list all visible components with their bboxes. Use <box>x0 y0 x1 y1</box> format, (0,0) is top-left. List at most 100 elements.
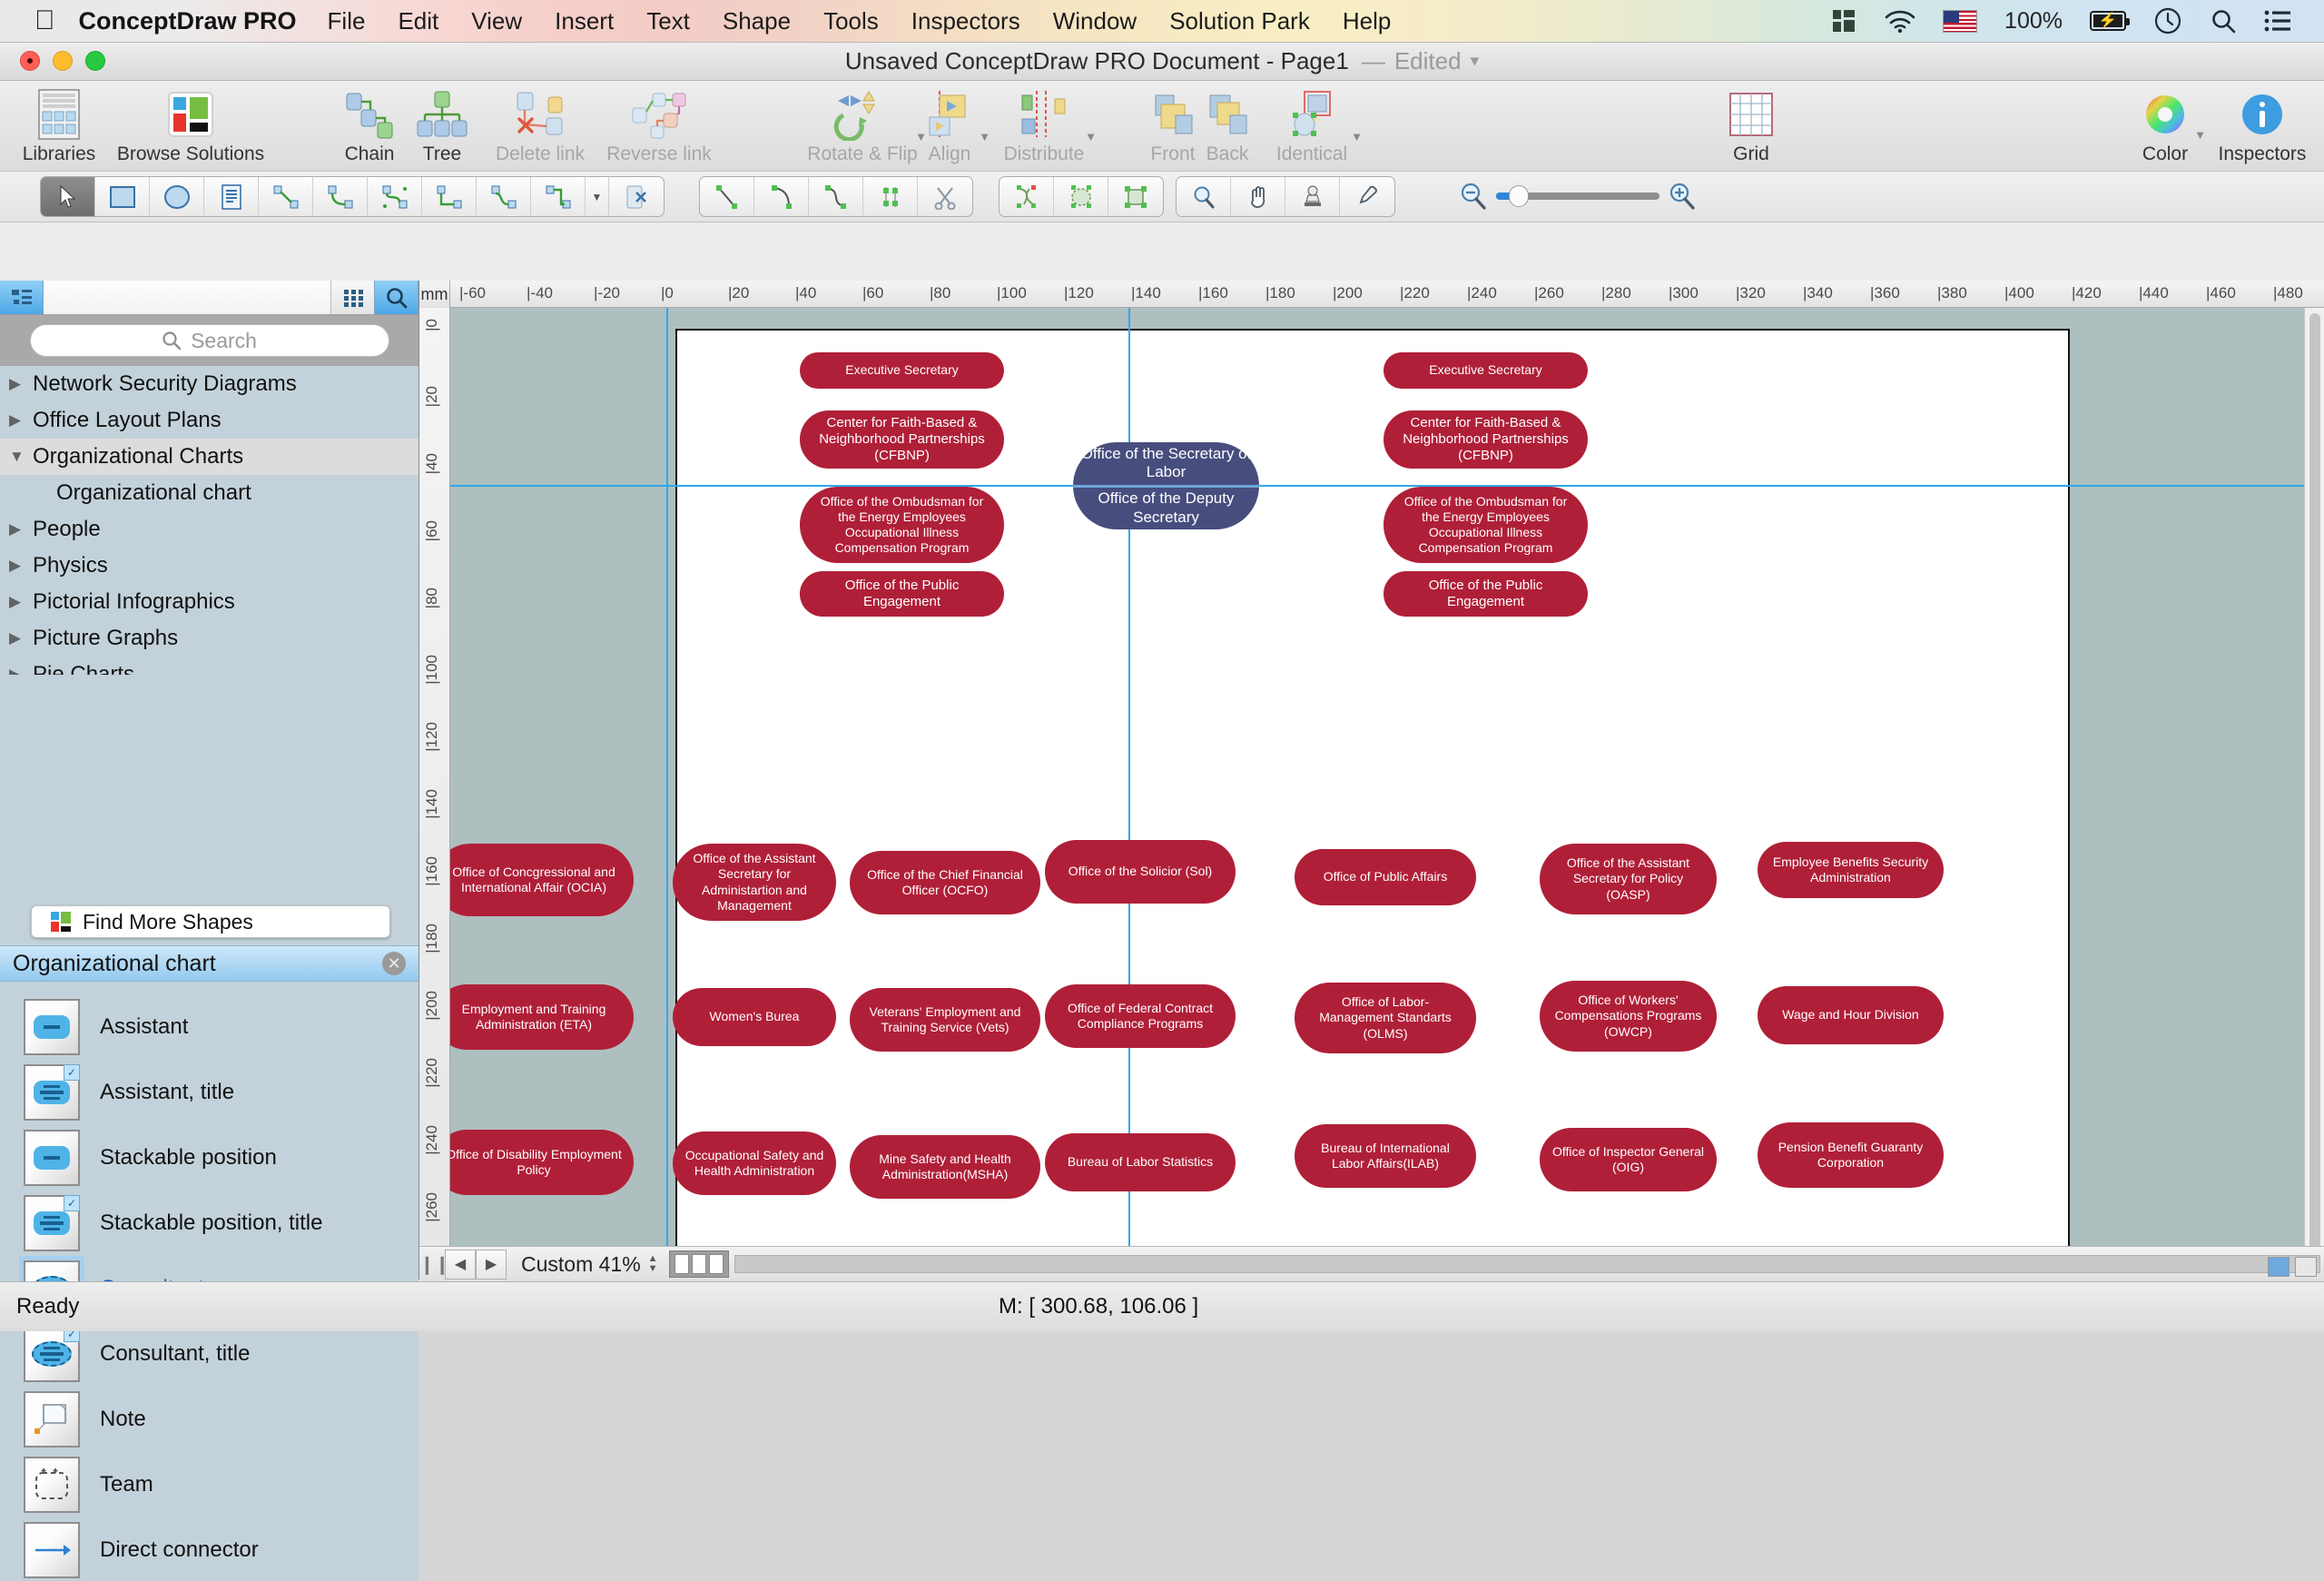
org-node[interactable]: Office of the Solicior (Sol) <box>1045 840 1236 904</box>
shape-item-assistant[interactable]: Assistant <box>0 994 419 1060</box>
identical-button[interactable]: Identical ▼ <box>1257 86 1366 165</box>
tree-item-people[interactable]: ▶ People <box>0 511 419 548</box>
org-node[interactable]: Occupational Safety and Health Administr… <box>673 1131 836 1195</box>
union-tool[interactable] <box>1000 177 1054 216</box>
page-layout-icon[interactable] <box>668 1250 729 1278</box>
org-node[interactable]: Employee Benefits Security Administratio… <box>1758 842 1944 898</box>
distribute-button[interactable]: Distribute ▼ <box>980 86 1108 165</box>
us-flag-icon[interactable] <box>1943 9 1978 33</box>
tree-item-pie-charts[interactable]: ▶ Pie Charts <box>0 657 419 675</box>
shape-item-assistant-title[interactable]: ✓ Assistant, title <box>0 1060 419 1125</box>
connector-dropdown-arrow[interactable]: ▼ <box>586 177 609 216</box>
smart-connector-tool[interactable] <box>531 177 586 216</box>
chevron-right-icon[interactable]: ▶ <box>9 666 33 675</box>
split-view-icon[interactable] <box>2295 1257 2317 1277</box>
distribute-dropdown-arrow[interactable]: ▼ <box>1085 130 1097 143</box>
org-node[interactable]: Office of the Public Engagement <box>1384 571 1588 617</box>
menu-tools[interactable]: Tools <box>823 7 879 35</box>
close-button[interactable] <box>20 51 40 71</box>
line-connector-tool[interactable] <box>259 177 313 216</box>
zoom-slider-track[interactable] <box>1496 185 1659 207</box>
bezier-tool[interactable] <box>809 177 863 216</box>
menu-solution-park[interactable]: Solution Park <box>1169 7 1310 35</box>
right-angle-connector-tool[interactable] <box>422 177 477 216</box>
org-node[interactable]: Veterans' Employment and Training Servic… <box>850 988 1040 1052</box>
org-node[interactable]: Office of Workers' Compensations Program… <box>1540 981 1717 1052</box>
menu-text[interactable]: Text <box>646 7 690 35</box>
horizontal-ruler[interactable]: |-60 |-40 |-20 |0 |20 |40 |60 |80 |100 |120 |140 |1… <box>419 281 2324 308</box>
menu-help[interactable]: Help <box>1343 7 1391 35</box>
shape-item-stackable-position-title[interactable]: ✓ Stackable position, title <box>0 1191 419 1256</box>
chevron-down-icon[interactable]: ▼ <box>9 448 33 466</box>
find-more-shapes-button[interactable]: Find More Shapes <box>31 905 390 938</box>
chevron-right-icon[interactable]: ▶ <box>9 520 33 539</box>
stepper-icon[interactable]: ▲ ▼ <box>648 1254 658 1274</box>
previous-page-icon[interactable]: ◀ <box>445 1249 476 1280</box>
zoom-tool[interactable] <box>1177 177 1231 216</box>
chevron-right-icon[interactable]: ▶ <box>9 629 33 647</box>
org-node[interactable]: Employment and Training Administration (… <box>450 984 634 1050</box>
tree-item-physics[interactable]: ▶ Physics <box>0 548 419 584</box>
menu-window[interactable]: Window <box>1053 7 1137 35</box>
guide-vertical-left[interactable] <box>666 308 668 1307</box>
pause-icon[interactable]: ❙❙ <box>419 1253 450 1276</box>
color-button[interactable]: Color ▼ <box>2115 86 2215 165</box>
hand-tool[interactable] <box>1231 177 1285 216</box>
org-node[interactable]: Office of Disability Employment Policy <box>450 1130 634 1195</box>
menu-inspectors[interactable]: Inspectors <box>911 7 1020 35</box>
guide-horizontal[interactable] <box>450 485 2324 487</box>
menu-edit[interactable]: Edit <box>398 7 438 35</box>
zoom-in-icon[interactable] <box>1667 181 1698 212</box>
chevron-down-icon[interactable]: ▾ <box>1471 51 1480 72</box>
org-node[interactable]: Office of the Chief Financial Officer (O… <box>850 851 1040 914</box>
org-node[interactable]: Executive Secretary <box>800 352 1004 389</box>
grid-button[interactable]: Grid <box>1701 86 1801 165</box>
org-node[interactable]: Center for Faith-Based & Neighborhood Pa… <box>1384 410 1588 469</box>
org-node[interactable]: Office of the Assistant Secretary for Po… <box>1540 844 1717 914</box>
eyedropper-tool[interactable] <box>1340 177 1394 216</box>
org-node[interactable]: Office of the Ombudsman for the Energy E… <box>1384 487 1588 563</box>
shape-item-note[interactable]: Note <box>0 1387 419 1452</box>
menu-view[interactable]: View <box>471 7 522 35</box>
horizontal-scrollbar[interactable] <box>734 1255 2320 1273</box>
vertical-scrollbar-thumb[interactable] <box>2309 313 2320 1258</box>
ellipse-tool[interactable] <box>150 177 204 216</box>
clock-icon[interactable] <box>2153 6 2182 35</box>
org-node[interactable]: Office of the Public Engagement <box>800 571 1004 617</box>
fit-page-icon[interactable] <box>2268 1257 2290 1277</box>
rectangle-tool[interactable] <box>95 177 150 216</box>
stamp-tool[interactable] <box>1285 177 1340 216</box>
scissors-tool[interactable] <box>918 177 972 216</box>
point-edit-tool[interactable] <box>863 177 918 216</box>
shape-item-direct-connector[interactable]: Direct connector <box>0 1517 419 1581</box>
shape-item-stackable-position[interactable]: Stackable position <box>0 1125 419 1191</box>
delete-link-button[interactable]: Delete link <box>481 86 599 165</box>
tree-button[interactable]: Tree <box>392 86 492 165</box>
arc-tool[interactable] <box>754 177 809 216</box>
org-node[interactable]: Office of Public Affairs <box>1295 849 1476 905</box>
org-node[interactable]: Office of the Ombudsman for the Energy E… <box>800 487 1004 563</box>
app-name-menu[interactable]: ConceptDraw PRO <box>79 7 297 35</box>
reverse-link-button[interactable]: Reverse link <box>596 86 723 165</box>
app-switcher-icon[interactable] <box>1830 7 1857 35</box>
tree-item-picture-graphs[interactable]: ▶ Picture Graphs <box>0 620 419 657</box>
org-node[interactable]: Bureau of Labor Statistics <box>1045 1133 1236 1191</box>
color-dropdown-arrow[interactable]: ▼ <box>2194 128 2206 142</box>
tree-item-organizational-chart[interactable]: Organizational chart <box>0 475 419 511</box>
org-node[interactable]: Bureau of International Labor Affairs(IL… <box>1295 1124 1476 1188</box>
zoom-level-value[interactable]: Custom 41% <box>521 1252 641 1277</box>
zoom-slider-handle[interactable] <box>1509 185 1529 207</box>
arc-connector-tool[interactable] <box>313 177 368 216</box>
chevron-right-icon[interactable]: ▶ <box>9 593 33 611</box>
org-node[interactable]: Pension Benefit Guaranty Corporation <box>1758 1122 1944 1188</box>
tree-item-office-layout-plans[interactable]: ▶ Office Layout Plans <box>0 402 419 439</box>
back-button[interactable]: Back <box>1191 86 1264 165</box>
next-page-icon[interactable]: ▶ <box>476 1249 507 1280</box>
active-library-header[interactable]: Organizational chart ✕ <box>0 945 419 982</box>
ruler-unit-label[interactable]: mm <box>419 281 450 308</box>
browse-solutions-button[interactable]: Browse Solutions <box>100 86 281 165</box>
shape-item-team[interactable]: Team <box>0 1452 419 1517</box>
org-node[interactable]: Office of Inspector General (OIG) <box>1540 1128 1717 1191</box>
menu-insert[interactable]: Insert <box>555 7 614 35</box>
wifi-icon[interactable] <box>1885 9 1915 33</box>
